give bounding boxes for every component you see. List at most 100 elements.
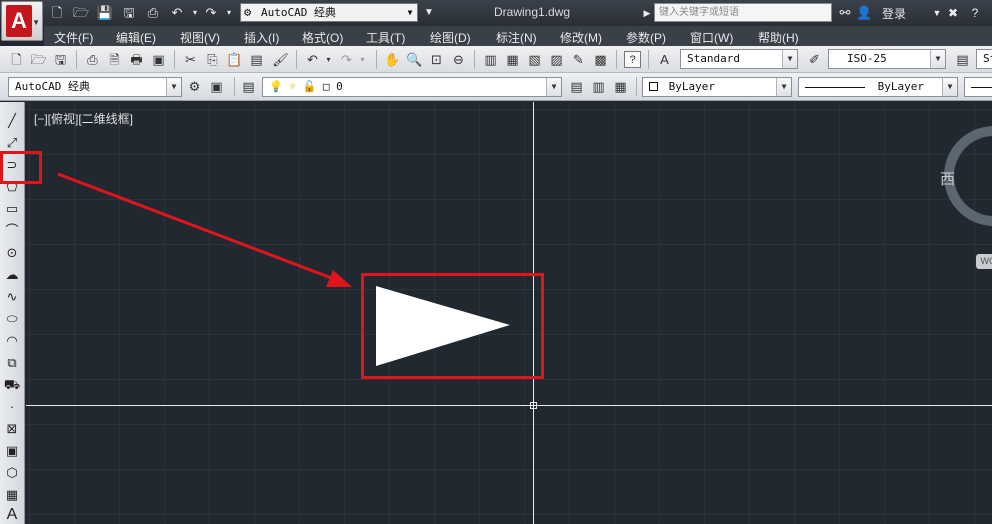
- redo-icon[interactable]: ↷: [202, 4, 220, 22]
- calculator-icon[interactable]: ▩: [592, 51, 609, 68]
- save-icon[interactable]: 🖫: [52, 51, 69, 68]
- layer-state-icon[interactable]: ▦: [612, 78, 629, 95]
- rectangle-icon[interactable]: ▭: [3, 200, 21, 218]
- table-style-icon[interactable]: ▤: [954, 51, 971, 68]
- properties-icon[interactable]: ▥: [482, 51, 499, 68]
- wcs-menu[interactable]: WCS: [976, 254, 992, 269]
- ellipse-icon[interactable]: ⬭: [3, 310, 21, 328]
- login-link[interactable]: 登录: [882, 5, 906, 22]
- chevron-down-icon: ▼: [930, 50, 945, 68]
- color-select[interactable]: ByLayer ▼: [642, 77, 792, 97]
- zoom-window-icon[interactable]: ⊡: [428, 51, 445, 68]
- zoom-realtime-icon[interactable]: 🔍: [406, 51, 423, 68]
- menu-insert[interactable]: 插入(I): [244, 29, 279, 46]
- insert-block-icon[interactable]: ⧉: [3, 354, 21, 372]
- undo-dropdown-icon[interactable]: ▾: [320, 51, 337, 68]
- exchange-icon[interactable]: ✖: [944, 4, 962, 22]
- menu-bar: 文件(F) 编辑(E) 视图(V) 插入(I) 格式(O) 工具(T) 绘图(D…: [44, 26, 992, 46]
- workspace-select-value: AutoCAD 经典: [261, 6, 336, 19]
- print-icon[interactable]: ⎙: [84, 51, 101, 68]
- sheet-set-icon[interactable]: ▨: [548, 51, 565, 68]
- line-icon[interactable]: ╱: [3, 112, 21, 130]
- text-style-icon[interactable]: A: [656, 51, 673, 68]
- help-icon[interactable]: ?: [624, 51, 641, 68]
- cut-icon[interactable]: ✂: [182, 51, 199, 68]
- toolbar-separator: [174, 50, 175, 69]
- print-icon[interactable]: ⎙: [144, 4, 162, 22]
- spline-icon[interactable]: ∿: [3, 288, 21, 306]
- layer-properties-icon[interactable]: ▤: [240, 78, 257, 95]
- construction-line-icon[interactable]: ⤢: [3, 134, 21, 152]
- open-file-icon[interactable]: 🗁: [30, 51, 47, 68]
- linetype-select[interactable]: ByLayer ▼: [798, 77, 958, 97]
- workspace-select[interactable]: ⚙ AutoCAD 经典 ▼: [240, 3, 418, 22]
- text-style-select[interactable]: Standard ▼: [680, 49, 798, 69]
- hatch-icon[interactable]: ⊠: [3, 420, 21, 438]
- layer-select[interactable]: 💡 ☼ 🔓 □ 0 ▼: [262, 77, 562, 97]
- save-icon[interactable]: 💾: [96, 4, 114, 22]
- open-file-icon[interactable]: 🗁: [72, 4, 90, 22]
- save-as-icon[interactable]: 🖫: [120, 4, 138, 22]
- customize-quick-access-icon[interactable]: ▼: [420, 4, 438, 22]
- multiline-text-icon[interactable]: A: [3, 506, 21, 524]
- dimension-style-icon[interactable]: ✐: [806, 51, 823, 68]
- viewcube-west-label[interactable]: 西: [940, 168, 955, 189]
- new-file-icon[interactable]: 🗋: [48, 4, 66, 22]
- undo-icon[interactable]: ↶: [168, 4, 186, 22]
- text-style-value: Standard: [687, 52, 740, 65]
- circle-icon[interactable]: ⊙: [3, 244, 21, 262]
- table-style-select[interactable]: St: [976, 49, 992, 69]
- table-icon[interactable]: ▦: [3, 486, 21, 504]
- workspace-toolbar-select[interactable]: AutoCAD 经典 ▼: [8, 77, 182, 97]
- gradient-icon[interactable]: ▣: [3, 442, 21, 460]
- menu-tools[interactable]: 工具(T): [366, 29, 405, 46]
- menu-view[interactable]: 视图(V): [180, 29, 220, 46]
- make-block-icon[interactable]: ⛟: [3, 376, 21, 394]
- 3d-print-icon[interactable]: ▣: [150, 51, 167, 68]
- gear-icon[interactable]: ⚙: [186, 78, 203, 95]
- menu-dimension[interactable]: 标注(N): [496, 29, 537, 46]
- layer-previous-icon[interactable]: ▥: [590, 78, 607, 95]
- dimension-style-select[interactable]: ISO-25 ▼: [828, 49, 946, 69]
- help-icon[interactable]: ?: [966, 4, 984, 22]
- menu-file[interactable]: 文件(F): [54, 29, 93, 46]
- copy-icon[interactable]: ⎘: [204, 51, 221, 68]
- menu-draw[interactable]: 绘图(D): [430, 29, 471, 46]
- paste-icon[interactable]: 📋: [226, 51, 243, 68]
- menu-edit[interactable]: 编辑(E): [116, 29, 156, 46]
- search-input[interactable]: 键入关键字或短语: [654, 3, 832, 22]
- print-preview-icon[interactable]: 🗎: [106, 51, 123, 68]
- publish-icon[interactable]: 🖶: [128, 51, 145, 68]
- menu-help[interactable]: 帮助(H): [758, 29, 799, 46]
- match-properties-icon[interactable]: 🖌: [272, 51, 289, 68]
- region-icon[interactable]: ⬡: [3, 464, 21, 482]
- arc-icon[interactable]: ⌒: [3, 222, 21, 240]
- redo-dropdown-icon[interactable]: ▾: [354, 51, 371, 68]
- ellipse-arc-icon[interactable]: ◠: [3, 332, 21, 350]
- binoculars-icon[interactable]: ⚯: [836, 4, 854, 22]
- toolbar-separator: [76, 50, 77, 69]
- menu-parametric[interactable]: 参数(P): [626, 29, 666, 46]
- application-menu-button[interactable]: A ▼: [1, 1, 43, 41]
- workspace-settings-icon[interactable]: ▣: [208, 78, 225, 95]
- menu-window[interactable]: 窗口(W): [690, 29, 733, 46]
- tool-palettes-icon[interactable]: ▧: [526, 51, 543, 68]
- make-current-layer-icon[interactable]: ▤: [568, 78, 585, 95]
- redo-icon[interactable]: ↷: [338, 51, 355, 68]
- pan-icon[interactable]: ✋: [384, 51, 401, 68]
- revision-cloud-icon[interactable]: ☁: [3, 266, 21, 284]
- menu-modify[interactable]: 修改(M): [560, 29, 602, 46]
- paste-block-icon[interactable]: ▤: [248, 51, 265, 68]
- viewport-controls-label[interactable]: [−][俯视][二维线框]: [34, 110, 133, 127]
- undo-icon[interactable]: ↶: [304, 51, 321, 68]
- design-center-icon[interactable]: ▦: [504, 51, 521, 68]
- chevron-down-icon: ▼: [776, 78, 791, 96]
- menu-format[interactable]: 格式(O): [302, 29, 343, 46]
- new-file-icon[interactable]: 🗋: [8, 51, 25, 68]
- lineweight-select[interactable]: [964, 77, 992, 97]
- zoom-previous-icon[interactable]: ⊖: [450, 51, 467, 68]
- point-icon[interactable]: ·: [3, 398, 21, 416]
- redo-dropdown-icon[interactable]: ▾: [220, 4, 238, 22]
- markup-icon[interactable]: ✎: [570, 51, 587, 68]
- result-highlight: [361, 273, 544, 379]
